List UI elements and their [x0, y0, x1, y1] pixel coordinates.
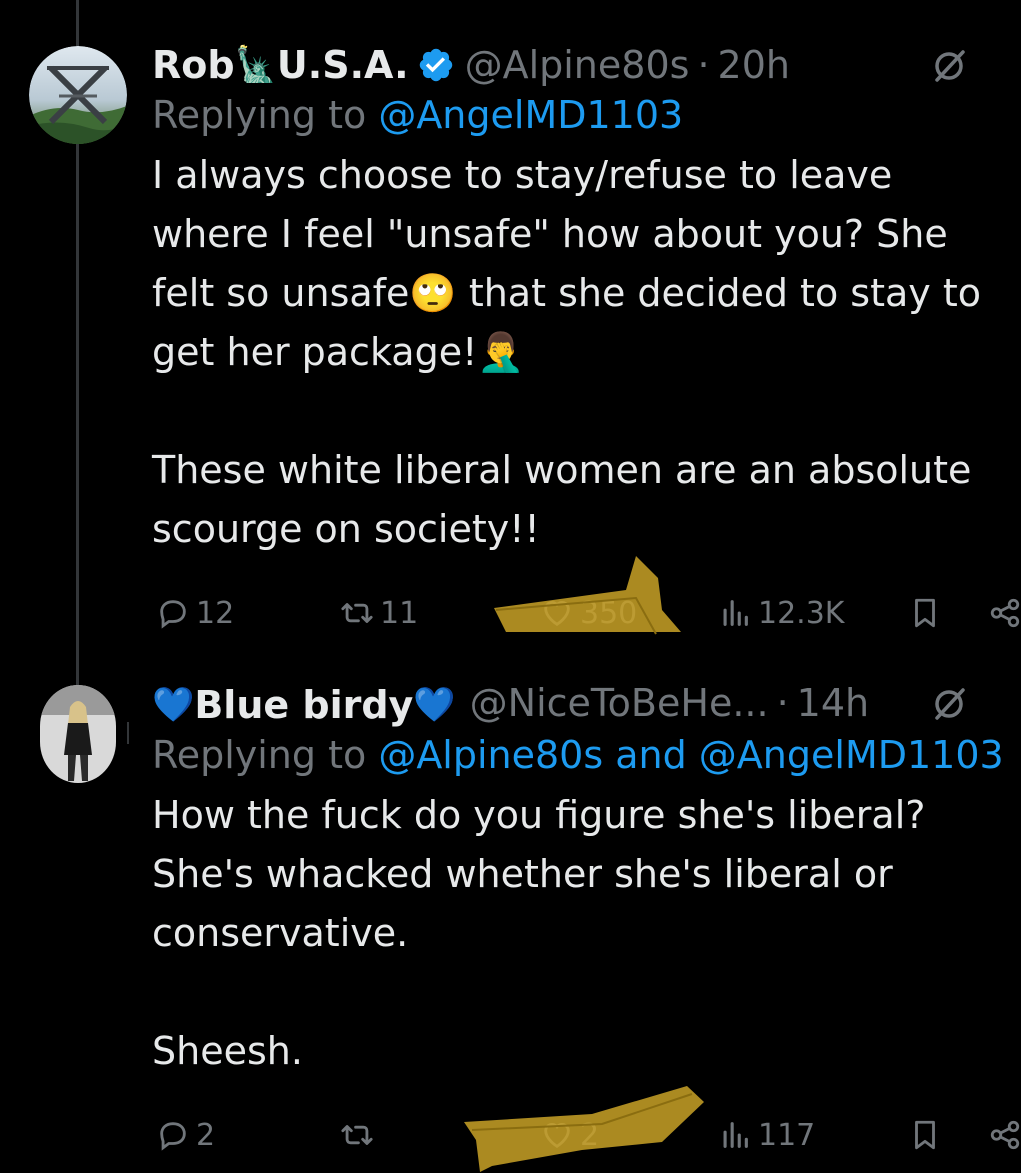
- thread-view: Rob 🗽 U.S.A. @Alpine80s · 20h Replying t…: [0, 0, 1021, 1173]
- replying-to-label: Replying to: [152, 733, 379, 777]
- bookmark-icon: [915, 1120, 935, 1150]
- tweet-content: 💙 Blue birdy 💙 @NiceToBeHe... · 14h Repl…: [152, 678, 1021, 1081]
- reply-count: 2: [196, 1117, 216, 1153]
- display-name[interactable]: 💙 Blue birdy 💙: [152, 680, 456, 730]
- separator-dot: ·: [776, 681, 789, 725]
- retweet-button[interactable]: [340, 1110, 380, 1160]
- tweet-header: 💙 Blue birdy 💙 @NiceToBeHe... · 14h: [152, 678, 1021, 730]
- share-icon: [990, 1120, 1020, 1150]
- blue-heart-emoji: 💙: [152, 685, 195, 725]
- views-button[interactable]: 117: [718, 1110, 815, 1160]
- tweet-actions: 2 2 117: [152, 1110, 1021, 1160]
- heart-icon: [544, 1123, 570, 1149]
- reply-icon: [160, 1122, 186, 1151]
- views-icon: [723, 1122, 748, 1148]
- retweet-icon: [341, 1125, 373, 1145]
- user-handle[interactable]: @NiceToBeHe...: [470, 678, 769, 728]
- replying-to: Replying to @Alpine80s and @AngelMD1103: [152, 730, 1021, 780]
- reply-mention-link[interactable]: @Alpine80s and @AngelMD1103: [378, 733, 1003, 777]
- bookmark-button[interactable]: [908, 1110, 948, 1160]
- grok-icon[interactable]: [929, 684, 969, 724]
- display-name-text: Blue birdy: [194, 683, 414, 727]
- avatar[interactable]: [40, 685, 116, 783]
- reply-button[interactable]: 2: [156, 1110, 215, 1160]
- like-count: 2: [580, 1117, 600, 1153]
- view-count: 117: [758, 1117, 816, 1153]
- share-button[interactable]: [988, 1110, 1021, 1160]
- tweet[interactable]: 💙 Blue birdy 💙 @NiceToBeHe... · 14h Repl…: [0, 0, 1021, 1173]
- blue-heart-emoji: 💙: [413, 685, 456, 725]
- tweet-text: How the fuck do you figure she's liberal…: [152, 793, 926, 1073]
- timestamp[interactable]: 14h: [797, 678, 869, 728]
- like-button[interactable]: 2: [540, 1110, 599, 1160]
